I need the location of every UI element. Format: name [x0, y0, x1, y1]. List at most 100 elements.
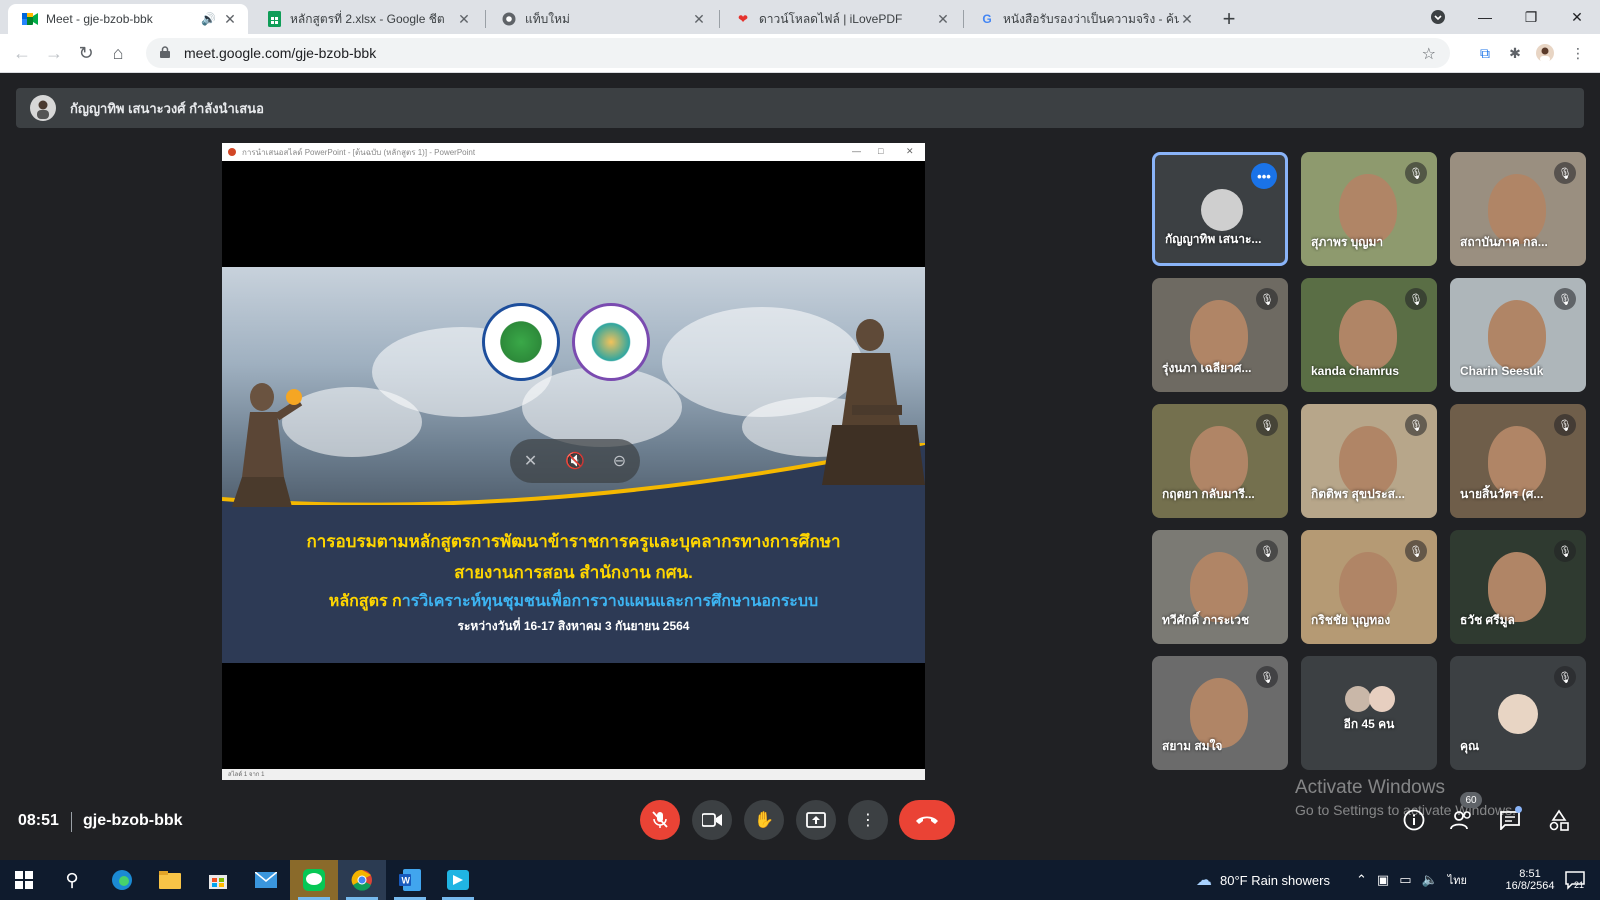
weather-widget[interactable]: ☁ 80°F Rain showers — [1196, 860, 1330, 900]
tab-title: หลักสูตรที่ 2.xlsx - Google ชีต — [290, 11, 445, 26]
more-options-button[interactable]: ⋮ — [848, 800, 888, 840]
taskbar-file-explorer[interactable] — [146, 860, 194, 900]
taskbar-app-blue[interactable] — [434, 860, 482, 900]
bookmark-star-icon[interactable]: ☆ — [1422, 44, 1436, 64]
taskbar-edge[interactable] — [98, 860, 146, 900]
present-now-button[interactable] — [796, 800, 836, 840]
mic-off-icon: 🎙 — [1554, 540, 1576, 562]
participant-tile[interactable]: 🎙 สยาม สมใจ — [1152, 656, 1288, 770]
browser-tab-strip: Meet - gje-bzob-bbk 🔊 ✕ หลักสูตรที่ 2.xl… — [0, 0, 1600, 34]
presenter-avatar — [30, 95, 56, 121]
participant-name: สุภาพร บุญมา — [1311, 235, 1384, 249]
close-tab-icon[interactable]: ✕ — [1179, 11, 1195, 28]
browser-menu-icon[interactable]: ⋮ — [1568, 43, 1588, 63]
participant-tile[interactable]: 🎙 รุ่งนภา เฉลียวศ... — [1152, 278, 1288, 392]
tab-meet[interactable]: Meet - gje-bzob-bbk 🔊 ✕ — [8, 4, 248, 34]
close-tab-icon[interactable]: ✕ — [935, 11, 951, 28]
participant-tile[interactable]: 🎙 kanda chamrus — [1301, 278, 1437, 392]
participant-tile[interactable]: 🎙 กิตติพร สุขประส... — [1301, 404, 1437, 518]
mic-off-icon: 🎙 — [1554, 288, 1576, 310]
meeting-details-button[interactable] — [1401, 807, 1427, 833]
participant-tile[interactable]: 🎙 สุภาพร บุญมา — [1301, 152, 1437, 266]
meeting-code[interactable]: gje-bzob-bbk — [83, 812, 183, 830]
taskbar-mail[interactable] — [242, 860, 290, 900]
tab-new-tab[interactable]: แท็บใหม่ ✕ — [487, 4, 717, 34]
participant-tile[interactable]: 🎙 นายสิ้นวัตร (ศ... — [1450, 404, 1586, 518]
taskbar-clock[interactable]: 8:51 16/8/2564 — [1500, 860, 1560, 900]
close-tab-icon[interactable]: ✕ — [222, 11, 238, 28]
tab-sheets[interactable]: หลักสูตรที่ 2.xlsx - Google ชีต ✕ — [252, 4, 482, 34]
more-options-icon[interactable]: ••• — [1251, 163, 1277, 189]
extensions-puzzle-icon[interactable]: ✱ — [1505, 43, 1525, 63]
participant-tile[interactable]: 🎙 Charin Seesuk — [1450, 278, 1586, 392]
speaker-icon[interactable]: 🔊 — [201, 12, 216, 26]
taskbar-word[interactable]: W — [386, 860, 434, 900]
participant-name: ทวีศักดิ์ ภาระเวช — [1162, 613, 1250, 627]
presentation-hover-controls: ✕ 🔇 ⊖ — [510, 439, 640, 483]
mic-off-icon: 🎙 — [1256, 288, 1278, 310]
back-button[interactable]: ← — [10, 41, 34, 65]
nfe-office-seal-logo — [572, 303, 650, 381]
raise-hand-button[interactable]: ✋ — [744, 800, 784, 840]
taskbar-line[interactable] — [290, 860, 338, 900]
participants-count-badge: 60 — [1460, 792, 1482, 808]
volume-icon[interactable]: 🔈 — [1422, 872, 1438, 888]
address-bar[interactable]: meet.google.com/gje-bzob-bbk ☆ — [146, 38, 1450, 68]
participant-name: กริชชัย บุญทอง — [1311, 613, 1391, 627]
minimize-button[interactable]: — — [1462, 0, 1508, 34]
participant-tile[interactable]: 🎙 กริชชัย บุญทอง — [1301, 530, 1437, 644]
pin-off-icon[interactable]: ✕ — [524, 451, 537, 471]
participant-tile[interactable]: 🎙 สถาบันภาค กล... — [1450, 152, 1586, 266]
participant-tile[interactable]: 🎙 ทวีศักดิ์ ภาระเวช — [1152, 530, 1288, 644]
participant-tile[interactable]: 🎙 กฤตยา กลับมารี... — [1152, 404, 1288, 518]
new-tab-button[interactable]: + — [1216, 6, 1242, 32]
tab-title: Meet - gje-bzob-bbk — [46, 12, 153, 26]
notification-count: 21 — [1574, 880, 1585, 890]
mic-off-icon: 🎙 — [1405, 540, 1427, 562]
close-tab-icon[interactable]: ✕ — [456, 11, 472, 28]
chevron-up-icon[interactable]: ⌃ — [1356, 872, 1367, 888]
tab-search-button[interactable] — [1418, 0, 1458, 34]
reload-button[interactable]: ↻ — [74, 41, 98, 65]
taskbar-search-button[interactable]: ⚲ — [48, 860, 96, 900]
camera-tray-icon[interactable]: ▣ — [1377, 872, 1389, 888]
leave-call-button[interactable] — [899, 800, 955, 840]
taskbar-store[interactable] — [194, 860, 242, 900]
volume-off-icon[interactable]: 🔇 — [565, 451, 585, 471]
mic-toggle-button[interactable] — [640, 800, 680, 840]
start-button[interactable] — [0, 860, 48, 900]
remove-icon[interactable]: ⊖ — [613, 451, 626, 471]
chrome-icon — [501, 11, 517, 27]
presenter-banner: กัญญาทิพ เสนาะวงศ์ กำลังนำเสนอ — [16, 88, 1584, 128]
home-button[interactable]: ⌂ — [106, 41, 130, 65]
language-indicator[interactable]: ไทย — [1448, 871, 1467, 889]
people-icon — [1450, 811, 1471, 830]
participant-tile[interactable]: อีก 45 คน — [1301, 656, 1437, 770]
participant-tile[interactable]: 🎙 ธวัช ศรีมูล — [1450, 530, 1586, 644]
lock-icon[interactable] — [160, 45, 174, 61]
close-window-button[interactable]: ✕ — [1554, 0, 1600, 34]
close-tab-icon[interactable]: ✕ — [691, 11, 707, 28]
participant-video-face — [1339, 300, 1397, 370]
network-icon[interactable]: ▭ — [1399, 872, 1411, 888]
activities-button[interactable] — [1546, 807, 1572, 833]
tab-google-search[interactable]: G หนังสือรับรองว่าเป็นความจริง - ค้นหาด้… — [965, 4, 1205, 34]
camera-toggle-button[interactable] — [692, 800, 732, 840]
translate-icon[interactable]: ⧉ — [1475, 43, 1495, 63]
tab-ilovepdf[interactable]: ❤ ดาวน์โหลดไฟล์ | iLovePDF ✕ — [721, 4, 961, 34]
notification-center-button[interactable]: 21 — [1564, 860, 1585, 900]
statue-right-seated-figure — [822, 319, 925, 485]
maximize-button[interactable]: ❐ — [1508, 0, 1554, 34]
taskbar-chrome[interactable] — [338, 860, 386, 900]
participants-button[interactable] — [1449, 807, 1475, 833]
presentation-screen[interactable]: การนำเสนอสไลด์ PowerPoint - [ต้นฉบับ (หล… — [222, 143, 925, 780]
tab-divider — [719, 10, 720, 28]
profile-avatar[interactable] — [1535, 43, 1555, 63]
video-camera-icon — [702, 813, 722, 827]
system-tray: ⌃ ▣ ▭ 🔈 ไทย — [1356, 860, 1467, 900]
forward-button[interactable]: → — [42, 41, 66, 65]
participant-tile[interactable]: 🎙 คุณ — [1450, 656, 1586, 770]
powerpoint-icon — [228, 148, 236, 156]
slide-date-line: ระหว่างวันที่ 16-17 สิงหาคม 3 กันยายน 25… — [457, 619, 690, 633]
participant-tile[interactable]: ••• กัญญาทิพ เสนาะ... — [1152, 152, 1288, 266]
